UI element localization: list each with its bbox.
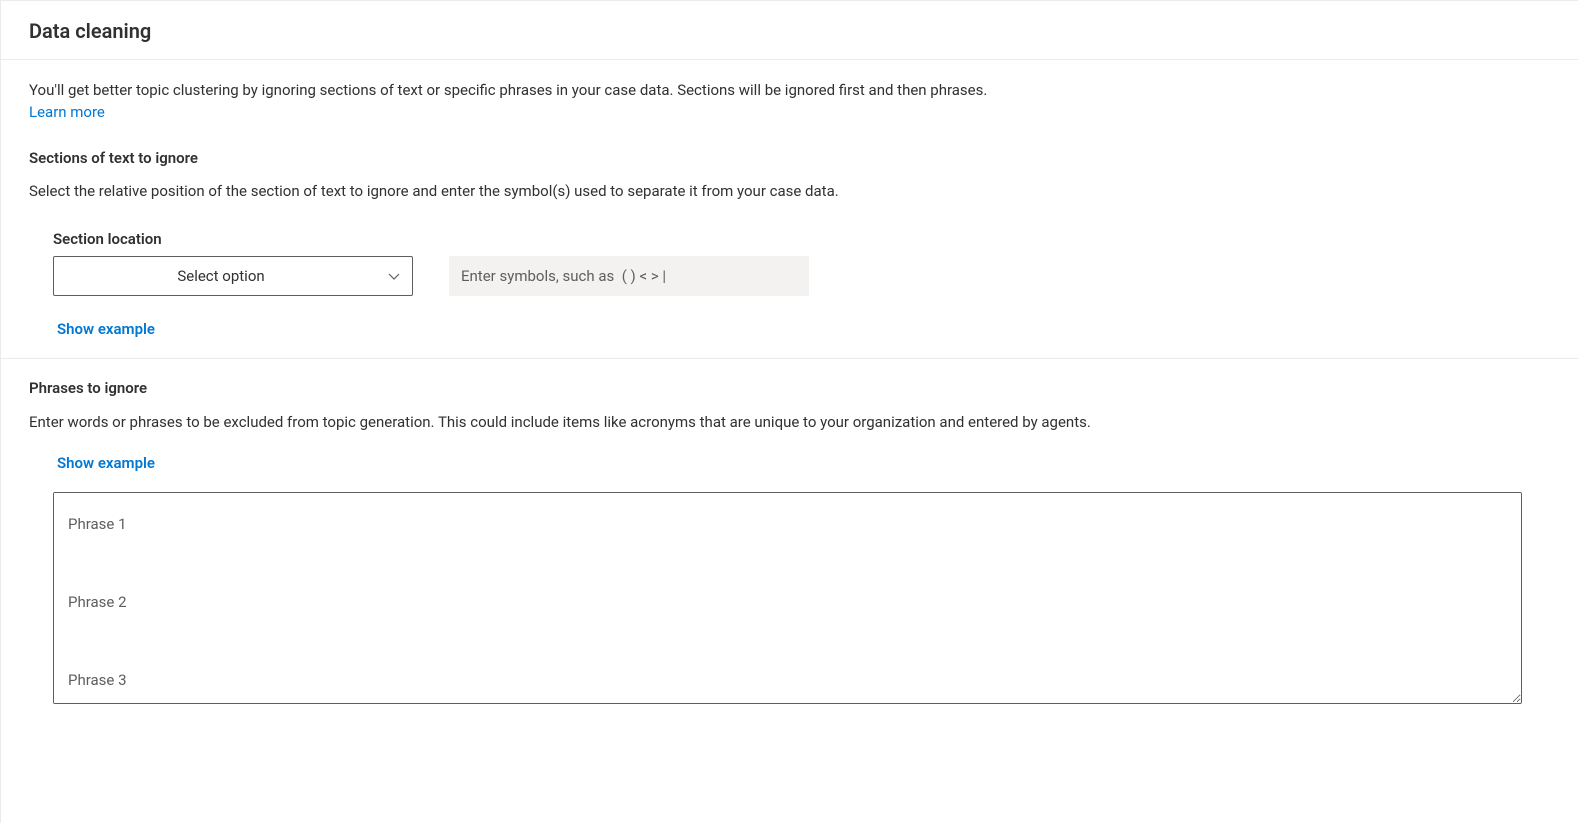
learn-more-link[interactable]: Learn more <box>29 103 105 121</box>
section-location-select-wrapper: Select option <box>53 256 413 296</box>
panel-content: You'll get better topic clustering by ig… <box>1 60 1578 708</box>
sections-heading: Sections of text to ignore <box>29 149 1550 167</box>
phrases-description: Enter words or phrases to be excluded fr… <box>29 411 1309 434</box>
symbols-input[interactable] <box>449 256 809 296</box>
phrases-textarea[interactable] <box>53 492 1522 704</box>
section-location-label: Section location <box>53 230 413 248</box>
intro-description: You'll get better topic clustering by ig… <box>29 80 1550 101</box>
page-title: Data cleaning <box>29 19 1550 43</box>
phrases-section: Phrases to ignore Enter words or phrases… <box>29 359 1550 708</box>
phrases-show-example-link[interactable]: Show example <box>29 454 155 472</box>
data-cleaning-panel: Data cleaning You'll get better topic cl… <box>0 0 1578 823</box>
sections-show-example-link[interactable]: Show example <box>29 320 155 338</box>
phrases-textarea-wrapper <box>29 492 1550 708</box>
symbols-group <box>449 256 809 296</box>
section-location-select[interactable]: Select option <box>53 256 413 296</box>
phrases-heading: Phrases to ignore <box>29 379 1550 397</box>
section-location-group: Section location Select option <box>53 230 413 296</box>
sections-description: Select the relative position of the sect… <box>29 181 1550 202</box>
panel-header: Data cleaning <box>1 1 1578 60</box>
section-form-row: Section location Select option <box>29 230 1550 296</box>
